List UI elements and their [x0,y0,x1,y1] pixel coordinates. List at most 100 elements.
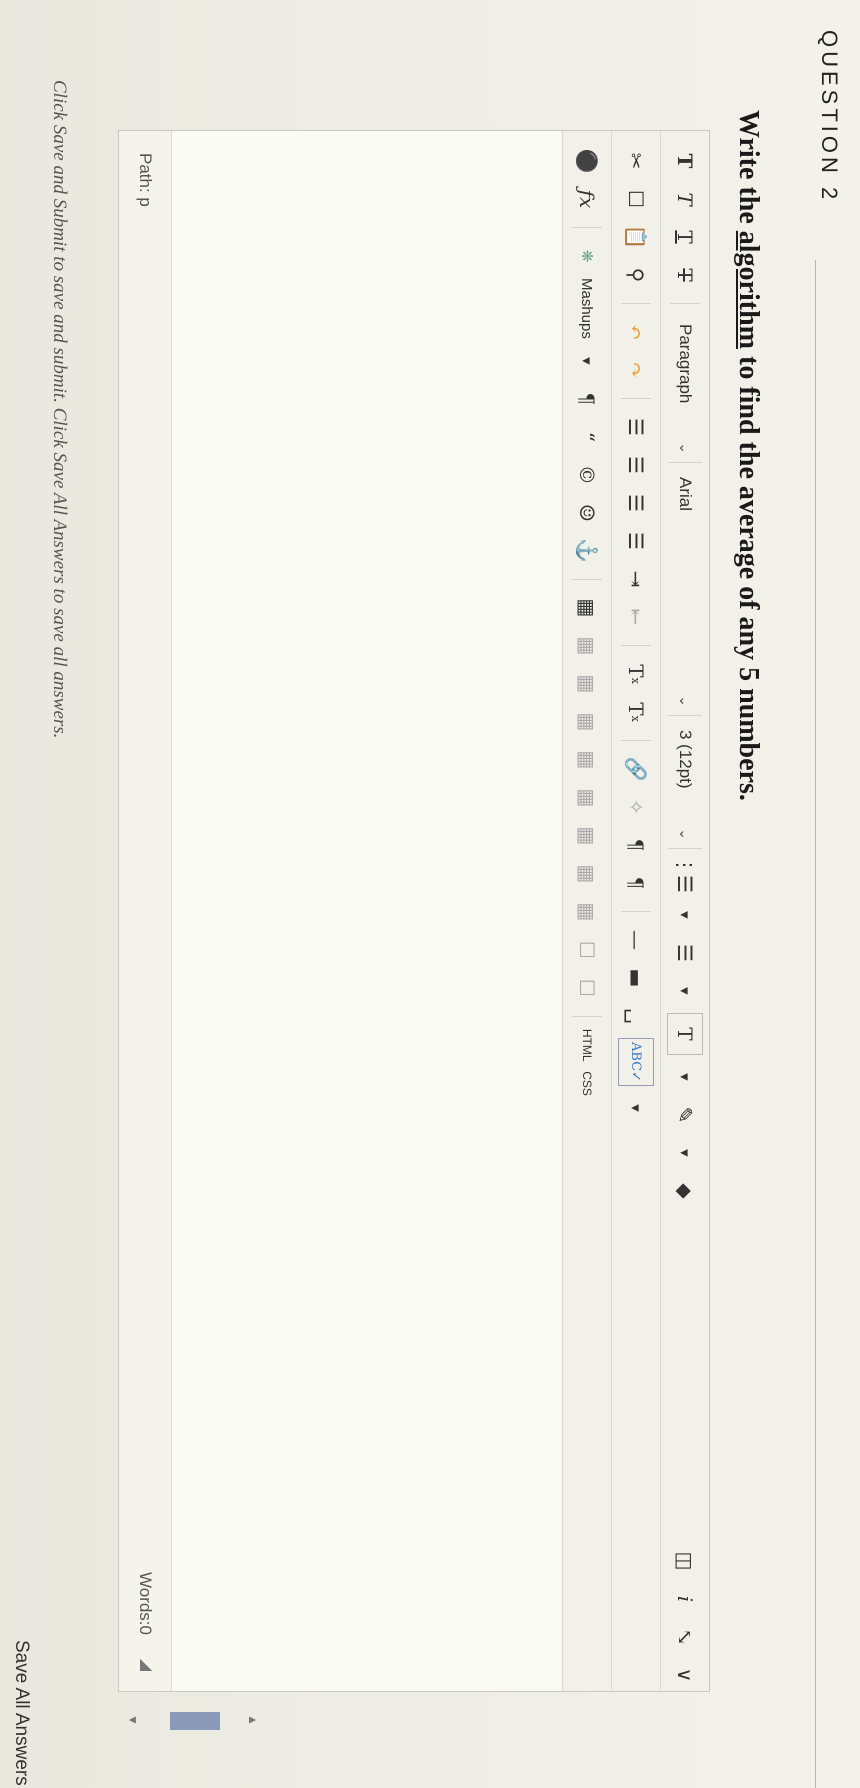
css-button[interactable]: CSS [570,1068,604,1100]
chevron-down-icon: ⌄ [677,442,694,454]
scroll-down-icon[interactable]: ▼ [126,1714,140,1726]
table-split-cell-icon[interactable]: ▦ [570,858,604,890]
editor-content-area[interactable] [171,131,561,1691]
table-row-before-icon[interactable]: ▦ [570,630,604,662]
paste-icon[interactable]: 📋 [619,221,653,253]
question-text-underlined: algorithm [733,230,764,349]
screen: QUESTION 2 Write the algorithm to find t… [0,0,860,1788]
insert-table-icon[interactable]: ▦ [570,592,604,624]
toolbar-separator [621,740,651,741]
thick-rule-icon[interactable]: ▬ [619,962,653,994]
dropdown-arrow-icon[interactable]: ▾ [668,1061,702,1093]
paragraph-select-value: Paragraph [676,324,695,404]
table-cell-props-icon[interactable]: ☐ [570,972,604,1004]
superscript-button[interactable]: Tx [619,658,653,690]
question-text-start: Write the [733,110,764,231]
copy-icon[interactable]: ☐ [619,183,653,215]
font-size-select-value: 3 (12pt) [676,730,695,789]
table-row-after-icon[interactable]: ▦ [570,668,604,700]
dropdown-arrow-icon[interactable]: ▾ [570,345,604,377]
table-col-before-icon[interactable]: ▦ [570,744,604,776]
anchor-icon[interactable]: ⚓ [570,535,604,567]
dropdown-arrow-icon[interactable]: ▾ [668,899,702,931]
spellcheck-icon[interactable]: ABC ✓ [618,1038,654,1087]
indent-icon[interactable]: ⇥ [619,563,653,595]
html-button[interactable]: HTML [570,1029,604,1062]
align-center-icon[interactable]: ☰ [619,449,653,481]
table-props-icon[interactable]: ☐ [570,934,604,966]
undo-icon[interactable]: ↶ [619,316,653,348]
eraser-icon[interactable]: ◆ [668,1175,702,1207]
unlink-icon[interactable]: ✧ [619,791,653,823]
toolbar-row-3: ⚫ ƒx ❋ Mashups ▾ ¶ “ © ☺ ⚓ ▦ ▦ ▦ ▦ ▦ ▦ ▦… [562,131,611,1691]
highlight-pen-icon[interactable]: ✎ [668,1099,702,1131]
toolbar-separator [621,398,651,399]
bold-button[interactable]: T [668,145,702,177]
save-instructions: Click Save and Submit to save and submit… [49,80,70,739]
toolbar-separator [621,911,651,912]
find-icon[interactable]: ⚲ [619,259,653,291]
strikethrough-button[interactable]: T [668,259,702,291]
toolbar-separator [572,1015,602,1017]
mashups-icon: ❋ [578,249,595,263]
italic-button[interactable]: T [668,183,702,215]
outdent-icon[interactable]: ⇤ [619,601,653,633]
rtl-paragraph-icon[interactable]: ¶ [619,867,653,899]
toolbar-separator [670,303,700,304]
paragraph-mark-icon[interactable]: ¶ [570,383,604,415]
paragraph-select[interactable]: Paragraph ⌄ [668,316,702,463]
chevron-down-icon: ⌄ [677,828,694,840]
save-all-answers-button[interactable]: Save All Answers [10,1640,32,1786]
subscript-button[interactable]: Tx [619,696,653,728]
toolbar-separator [572,227,602,228]
numbered-list-icon[interactable]: ☰ [668,937,702,969]
spellcheck-label: ABC [628,1042,644,1072]
preview-icon[interactable]: ◫ [668,1545,702,1577]
toolbar-separator [572,578,602,580]
table-delete-col-icon[interactable]: ▦ [570,820,604,852]
subscript-glyph: T [624,702,648,716]
mashups-button[interactable]: Mashups [570,278,604,339]
table-merge-cell-icon[interactable]: ▦ [570,896,604,928]
editor-statusbar: Path: p Words:0 ◢ [119,131,172,1691]
link-icon[interactable]: 🔗 [619,753,653,785]
font-family-select-value: Arial [676,477,695,512]
toolbar-separator [621,645,651,646]
ltr-paragraph-icon[interactable]: ¶ [619,829,653,861]
vertical-scrollbar[interactable]: ▲ ▼ [120,1710,260,1732]
toolbar-row-1: T T T T Paragraph ⌄ Arial ⌄ 3 (12pt) ⌄ ⋮… [660,131,709,1691]
table-delete-row-icon[interactable]: ▦ [570,706,604,738]
nonbreaking-space-icon[interactable]: ␣ [619,1000,653,1032]
info-icon[interactable]: i [668,1583,702,1615]
align-left-icon[interactable]: ☰ [619,411,653,443]
font-size-select[interactable]: 3 (12pt) ⌄ [668,722,702,849]
align-right-icon[interactable]: ☰ [619,487,653,519]
element-path: Path: p [136,153,155,207]
question-label: QUESTION 2 [817,30,842,204]
blockquote-icon[interactable]: “ [570,421,604,453]
dropdown-arrow-icon[interactable]: ▾ [668,975,702,1007]
cut-icon[interactable]: ✂ [619,145,653,177]
dropdown-arrow-icon[interactable]: ▾ [668,1137,702,1169]
collapse-toolbar-icon[interactable]: ∨ [668,1659,702,1691]
scrollbar-thumb[interactable] [170,1712,220,1730]
redo-icon[interactable]: ↷ [619,354,653,386]
align-justify-icon[interactable]: ☰ [619,525,653,557]
record-icon[interactable]: ⚫ [570,145,604,177]
text-color-button[interactable]: T [667,1012,703,1055]
chevron-down-icon: ⌄ [677,695,694,707]
superscript-glyph: T [624,664,648,678]
bullet-list-icon[interactable]: ⋮☰ [668,855,702,893]
horizontal-rule-icon[interactable]: — [619,924,653,956]
underline-button[interactable]: T [668,221,702,253]
font-family-select[interactable]: Arial ⌄ [668,469,702,716]
scroll-up-icon[interactable]: ▲ [246,1714,260,1726]
dropdown-arrow-icon[interactable]: ▾ [619,1092,653,1124]
copyright-icon[interactable]: © [570,459,604,491]
resize-handle-icon[interactable]: ◢ [137,1659,157,1671]
fullscreen-icon[interactable]: ⤡ [668,1621,702,1653]
emoticon-icon[interactable]: ☺ [570,497,604,529]
formula-icon[interactable]: ƒx [570,183,604,215]
rich-text-editor: T T T T Paragraph ⌄ Arial ⌄ 3 (12pt) ⌄ ⋮… [118,130,710,1692]
table-col-after-icon[interactable]: ▦ [570,782,604,814]
